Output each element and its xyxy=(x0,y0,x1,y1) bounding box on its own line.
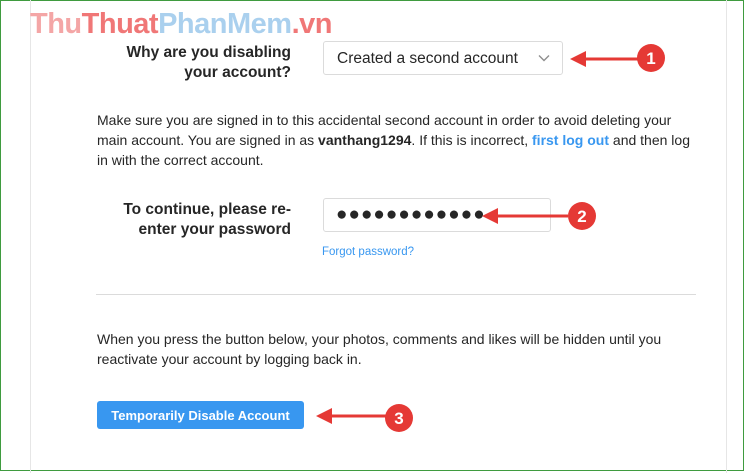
annotation-arrow-2: 2 xyxy=(482,202,596,230)
username: vanthang1294 xyxy=(318,132,412,148)
password-label: To continue, please re- enter your passw… xyxy=(123,201,291,238)
watermark-logo: ThuThuatPhanMem.vn xyxy=(30,8,332,40)
annotation-number-2: 2 xyxy=(577,207,586,226)
annotation-number-1: 1 xyxy=(646,49,655,68)
forgot-password-link[interactable]: Forgot password? xyxy=(322,246,414,258)
temporarily-disable-account-button[interactable]: Temporarily Disable Account xyxy=(97,401,304,429)
chevron-down-icon xyxy=(538,55,550,62)
annotation-arrow-3: 3 xyxy=(316,404,413,432)
reason-select-value: Created a second account xyxy=(337,50,518,67)
reason-label: Why are you disabling your account? xyxy=(126,44,292,81)
section-divider xyxy=(96,294,696,295)
content-border-left xyxy=(30,0,31,473)
password-masked-value: ●●●●●●●●●●●● xyxy=(336,204,486,225)
reason-select[interactable]: Created a second account xyxy=(323,41,563,75)
log-out-link[interactable]: first log out xyxy=(532,132,609,148)
account-info-text: Make sure you are signed in to this acci… xyxy=(97,112,690,168)
annotation-number-3: 3 xyxy=(394,409,403,428)
notice-text: When you press the button below, your ph… xyxy=(97,331,662,367)
annotation-arrow-1: 1 xyxy=(570,44,665,72)
content-border-right xyxy=(726,0,727,473)
